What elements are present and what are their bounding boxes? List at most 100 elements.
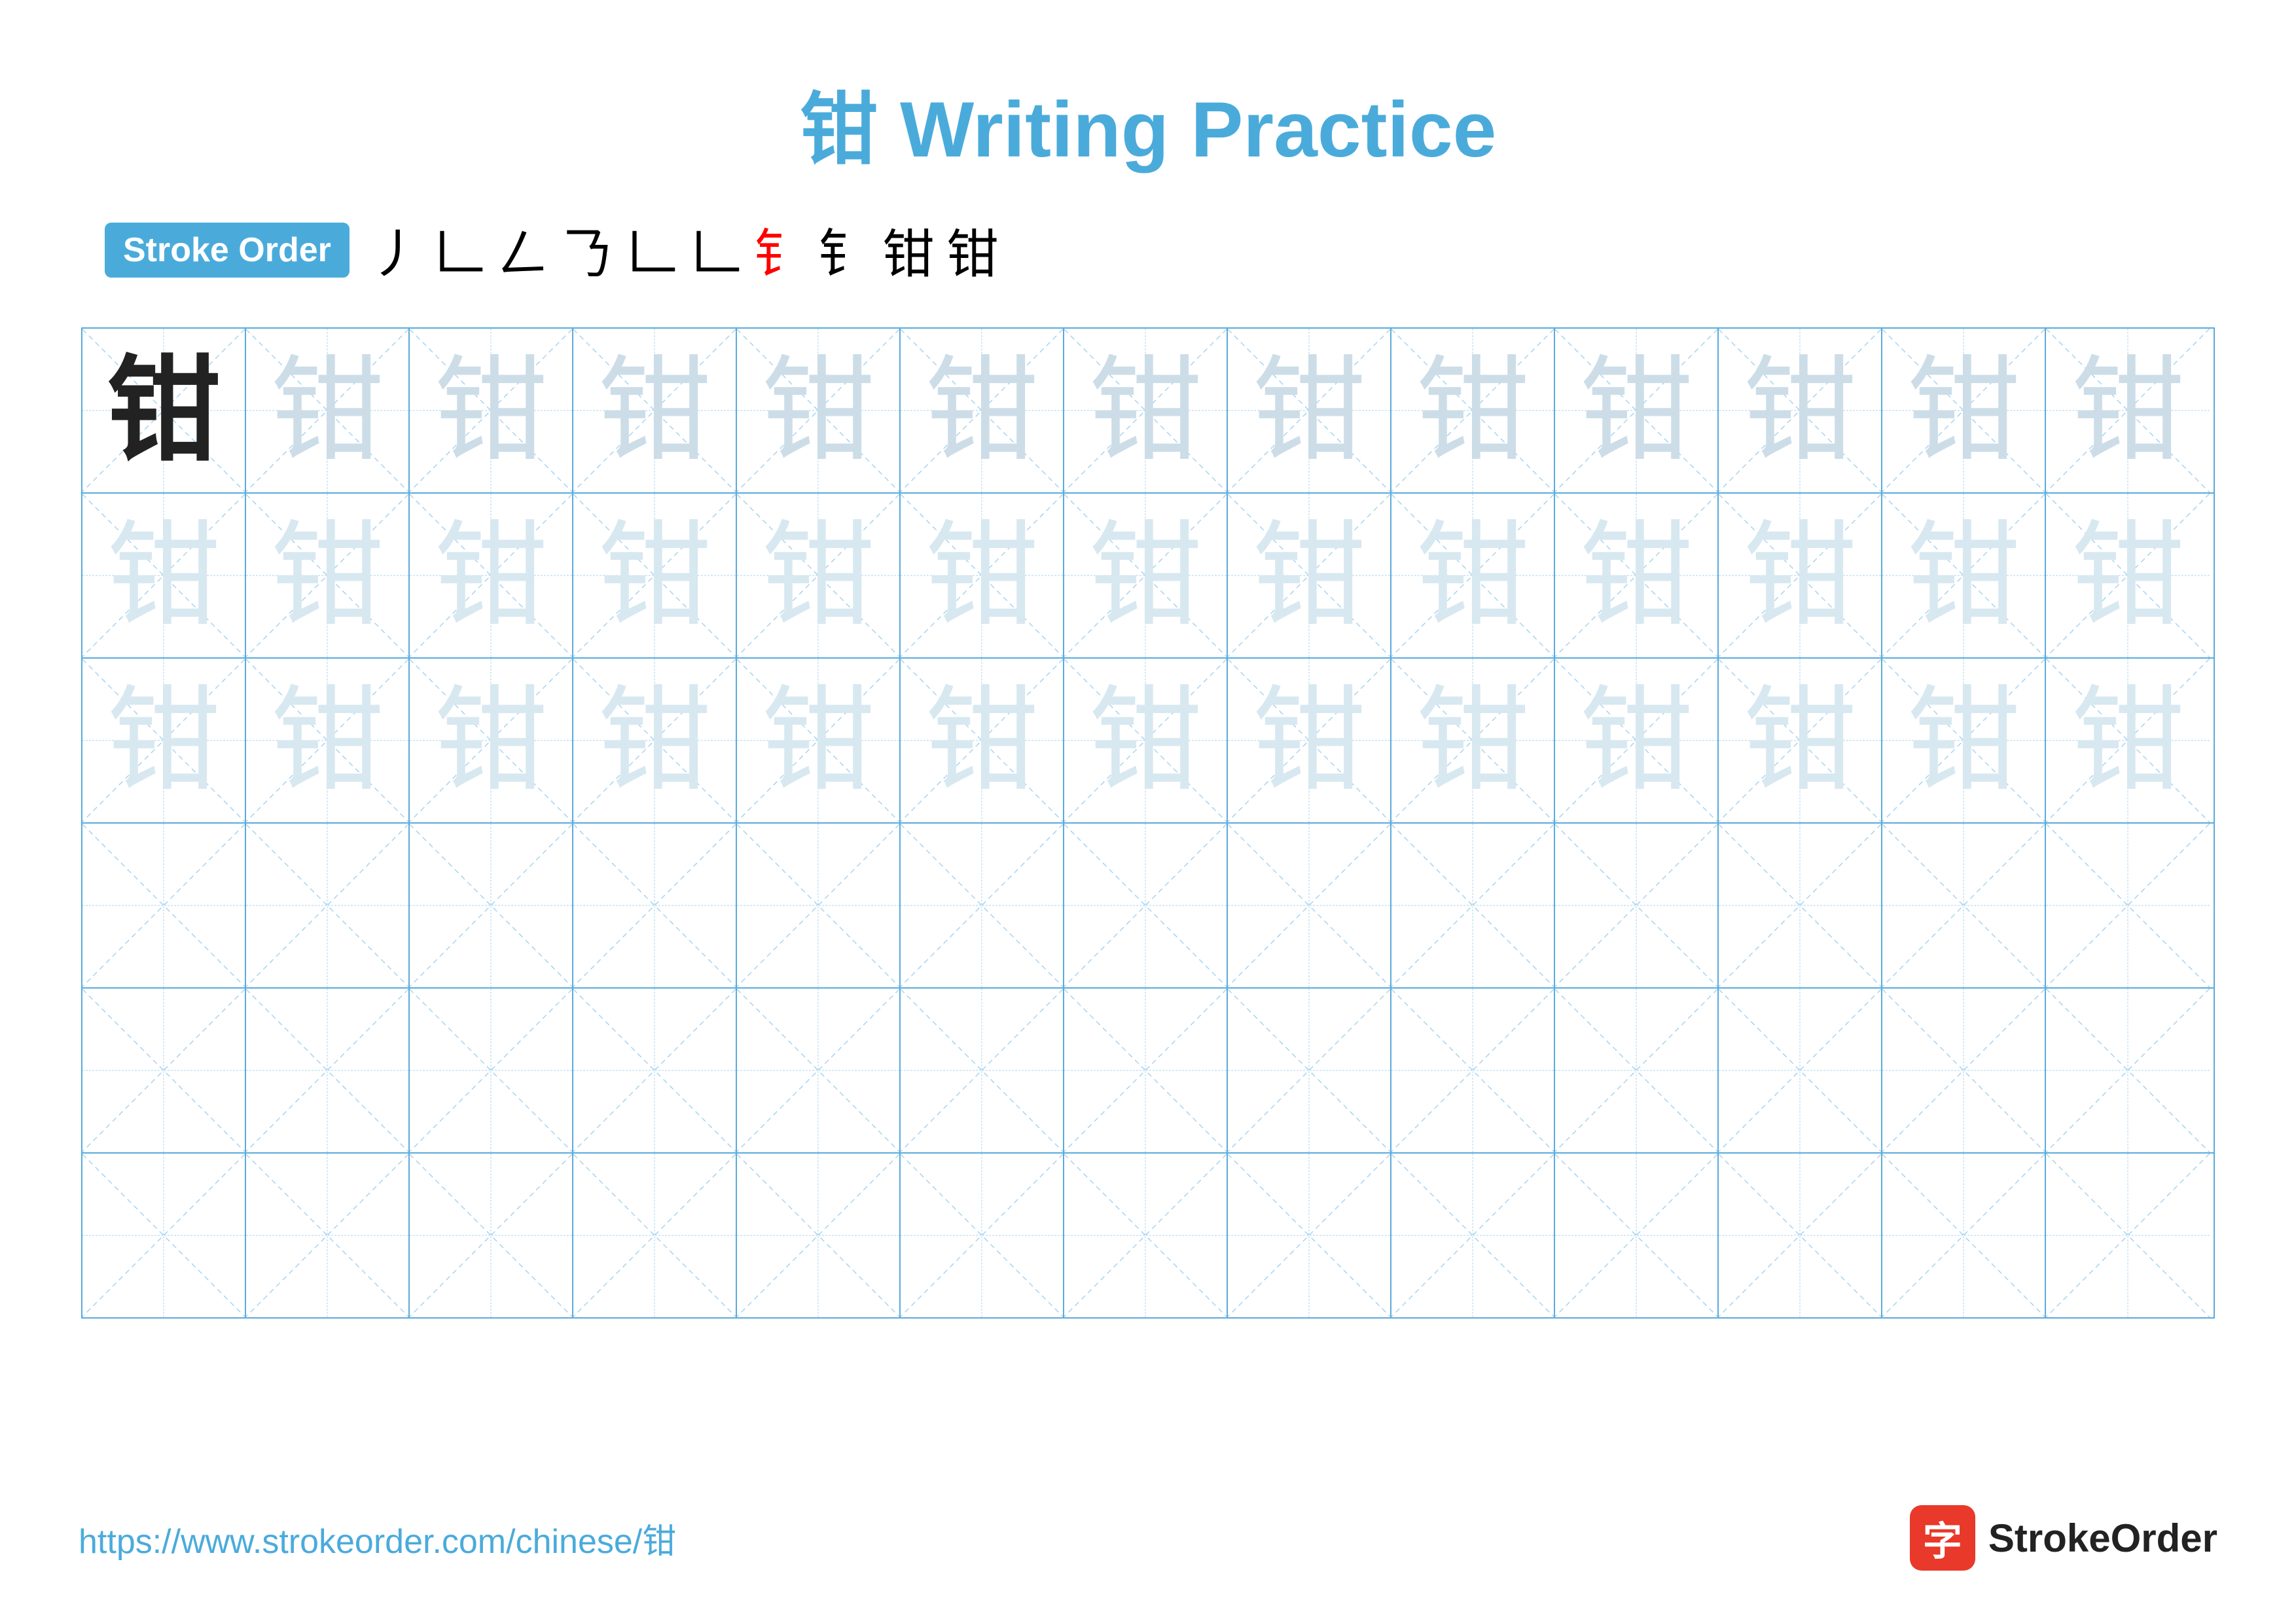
grid-cell: 钳	[1555, 329, 1719, 492]
stroke-char: 钳	[946, 212, 999, 288]
stroke-char: 𠄎	[562, 212, 614, 288]
grid-cell: 钳	[82, 494, 246, 657]
cell-character: 钳	[107, 354, 221, 468]
cell-character: 钳	[1579, 684, 1694, 798]
grid-cell: 钳	[1391, 659, 1555, 822]
grid-cell: 钳	[1882, 659, 2046, 822]
grid-cell	[1064, 824, 1228, 987]
cell-character: 钳	[925, 684, 1039, 798]
cell-character: 钳	[270, 354, 385, 468]
grid-cell: 钳	[1228, 659, 1391, 822]
cell-character: 钳	[761, 519, 876, 633]
stroke-sequence: 丿𠃊𠃋𠄎𠃊𠃊钅钅钳钳	[369, 212, 999, 288]
grid-cell: 钳	[246, 329, 410, 492]
grid-cell	[1555, 824, 1719, 987]
grid-cell: 钳	[1555, 494, 1719, 657]
cell-character: 钳	[434, 519, 548, 633]
cell-character: 钳	[1579, 354, 1694, 468]
cell-character: 钳	[1416, 684, 1530, 798]
grid-cell	[1719, 1154, 1882, 1317]
logo-char: 字	[1923, 1510, 1962, 1567]
grid-cell	[737, 989, 901, 1152]
cell-character: 钳	[1907, 354, 2021, 468]
grid-cell	[1228, 824, 1391, 987]
page-title: 钳 Writing Practice	[800, 65, 1497, 179]
cell-character: 钳	[2071, 519, 2185, 633]
grid-cell: 钳	[901, 329, 1064, 492]
grid-cell	[410, 824, 573, 987]
grid-cell: 钳	[1719, 329, 1882, 492]
grid-cell	[1882, 989, 2046, 1152]
grid-row: 钳钳钳钳钳钳钳钳钳钳钳钳钳	[82, 494, 2214, 659]
cell-character: 钳	[434, 354, 548, 468]
grid-cell: 钳	[901, 659, 1064, 822]
stroke-char: 钅	[818, 212, 870, 288]
grid-cell	[1719, 824, 1882, 987]
grid-cell: 钳	[573, 329, 737, 492]
grid-row	[82, 1154, 2214, 1317]
grid-cell	[246, 824, 410, 987]
cell-character: 钳	[925, 519, 1039, 633]
cell-character: 钳	[2071, 684, 2185, 798]
grid-cell: 钳	[246, 659, 410, 822]
grid-cell: 钳	[1882, 329, 2046, 492]
grid-cell	[2046, 989, 2210, 1152]
grid-cell: 钳	[1882, 494, 2046, 657]
grid-cell: 钳	[1719, 659, 1882, 822]
cell-character: 钳	[1252, 684, 1367, 798]
grid-cell: 钳	[1228, 494, 1391, 657]
grid-cell: 钳	[410, 659, 573, 822]
grid-cell: 钳	[573, 659, 737, 822]
cell-character: 钳	[1907, 519, 2021, 633]
cell-character: 钳	[1907, 684, 2021, 798]
cell-character: 钳	[925, 354, 1039, 468]
cell-character: 钳	[1743, 519, 1857, 633]
cell-character: 钳	[598, 354, 712, 468]
grid-cell	[901, 1154, 1064, 1317]
cell-character: 钳	[761, 354, 876, 468]
grid-cell: 钳	[1719, 494, 1882, 657]
footer: https://www.strokeorder.com/chinese/钳 字 …	[79, 1505, 2217, 1571]
grid-cell	[1391, 1154, 1555, 1317]
stroke-char: 𠃊	[433, 212, 486, 288]
stroke-char: 𠃋	[497, 212, 550, 288]
stroke-order-row: Stroke Order 丿𠃊𠃋𠄎𠃊𠃊钅钅钳钳	[79, 212, 2217, 288]
grid-cell: 钳	[901, 494, 1064, 657]
grid-cell	[246, 989, 410, 1152]
grid-cell	[1228, 1154, 1391, 1317]
cell-character: 钳	[270, 519, 385, 633]
grid-cell	[573, 989, 737, 1152]
grid-cell	[246, 1154, 410, 1317]
grid-cell	[82, 989, 246, 1152]
stroke-char: 𠃊	[690, 212, 742, 288]
grid-cell	[1391, 824, 1555, 987]
cell-character: 钳	[1088, 354, 1203, 468]
grid-row	[82, 989, 2214, 1154]
grid-cell	[573, 1154, 737, 1317]
grid-cell: 钳	[2046, 659, 2210, 822]
grid-cell	[1555, 1154, 1719, 1317]
cell-character: 钳	[107, 684, 221, 798]
stroke-char: 𠃊	[626, 212, 678, 288]
grid-cell: 钳	[1555, 659, 1719, 822]
cell-character: 钳	[761, 684, 876, 798]
cell-character: 钳	[270, 684, 385, 798]
logo-icon: 字	[1910, 1505, 1975, 1571]
grid-row	[82, 824, 2214, 989]
grid-row: 钳钳钳钳钳钳钳钳钳钳钳钳钳	[82, 329, 2214, 494]
grid-cell	[1882, 824, 2046, 987]
grid-cell	[573, 824, 737, 987]
grid-cell: 钳	[1064, 659, 1228, 822]
cell-character: 钳	[1252, 354, 1367, 468]
page: 钳 Writing Practice Stroke Order 丿𠃊𠃋𠄎𠃊𠃊钅钅…	[0, 0, 2296, 1623]
grid-cell: 钳	[410, 329, 573, 492]
grid-cell: 钳	[82, 329, 246, 492]
stroke-char: 丿	[369, 212, 422, 288]
grid-row: 钳钳钳钳钳钳钳钳钳钳钳钳钳	[82, 659, 2214, 824]
cell-character: 钳	[1579, 519, 1694, 633]
grid-cell	[2046, 1154, 2210, 1317]
practice-grid: 钳钳钳钳钳钳钳钳钳钳钳钳钳钳钳钳钳钳钳钳钳钳钳钳钳钳钳钳钳钳钳钳钳钳钳钳钳钳钳	[81, 327, 2215, 1319]
footer-logo: 字 StrokeOrder	[1910, 1505, 2217, 1571]
grid-cell: 钳	[2046, 329, 2210, 492]
cell-character: 钳	[1743, 684, 1857, 798]
